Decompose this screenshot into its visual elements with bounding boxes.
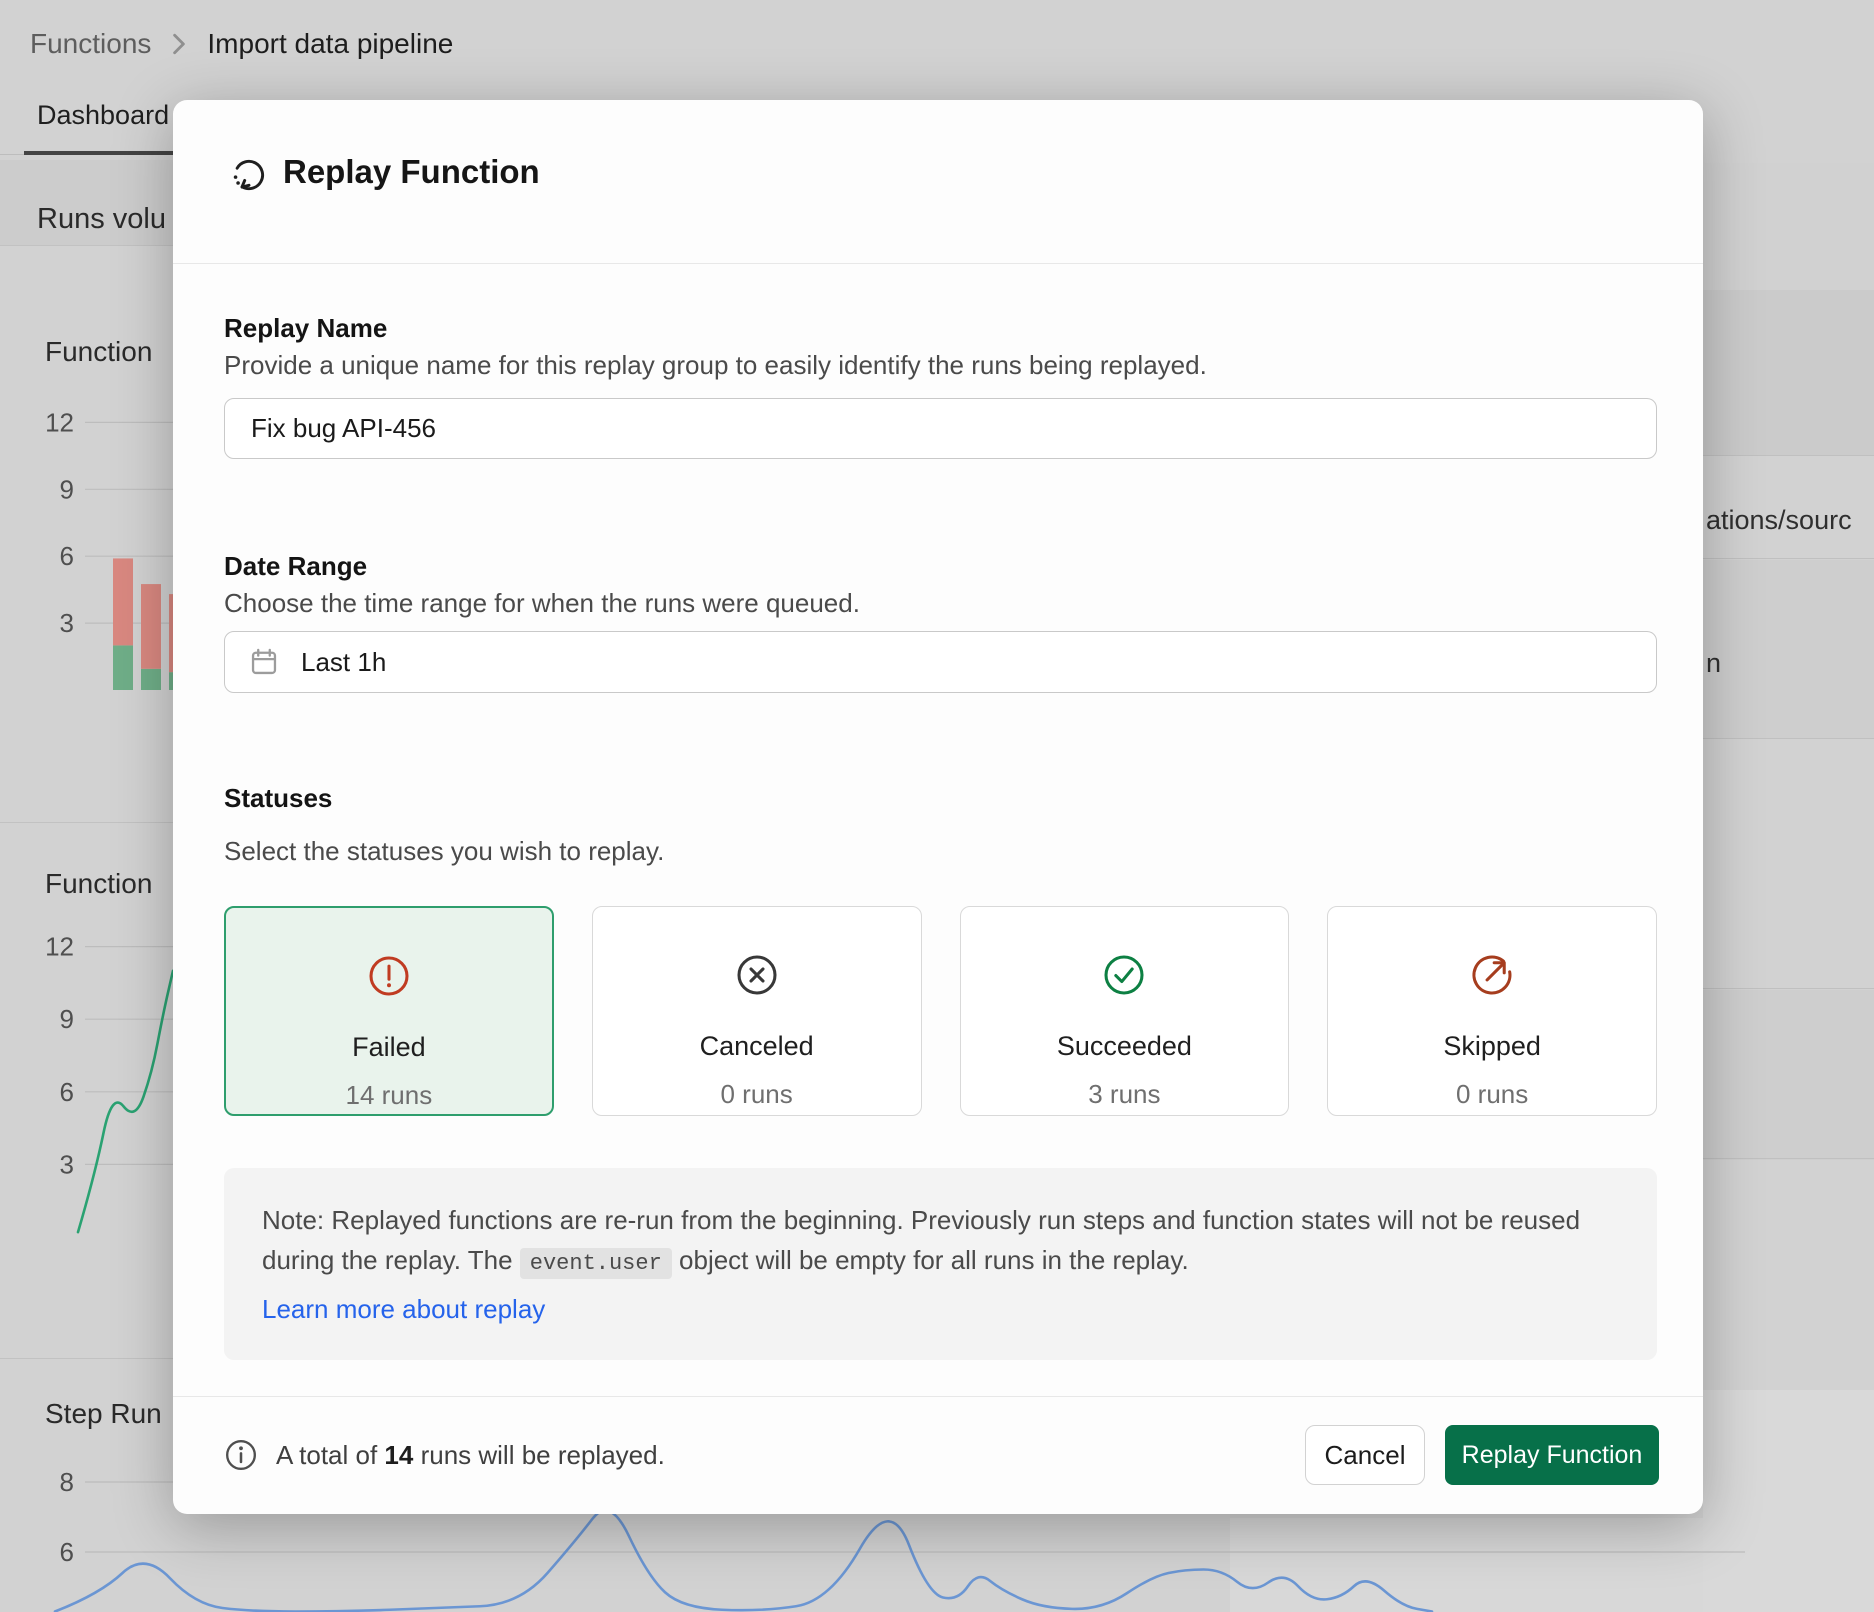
svg-text:12: 12 bbox=[45, 932, 74, 962]
active-tab-underline bbox=[24, 151, 173, 155]
replay-name-input[interactable] bbox=[224, 398, 1657, 459]
replay-name-label: Replay Name bbox=[224, 313, 387, 344]
replay-note: Note: Replayed functions are re-run from… bbox=[224, 1168, 1657, 1360]
succeeded-status-card[interactable]: Succeeded 3 runs bbox=[960, 906, 1290, 1116]
status-card-label: Canceled bbox=[593, 1031, 921, 1062]
breadcrumb: Functions Import data pipeline bbox=[30, 28, 453, 60]
statuses-description: Select the statuses you wish to replay. bbox=[224, 836, 664, 867]
summary-text: A total of 14 runs will be replayed. bbox=[276, 1440, 665, 1471]
info-icon bbox=[224, 1438, 258, 1472]
chart2-title: Function bbox=[45, 868, 152, 900]
status-card-label: Failed bbox=[226, 1032, 552, 1063]
right-table-cell-text: ations/sourc bbox=[1706, 505, 1852, 536]
date-range-value: Last 1h bbox=[301, 647, 386, 678]
replay-name-description: Provide a unique name for this replay gr… bbox=[224, 350, 1207, 381]
note-text-after: object will be empty for all runs in the… bbox=[672, 1245, 1189, 1275]
failed-status-card[interactable]: Failed 14 runs bbox=[224, 906, 554, 1116]
svg-text:6: 6 bbox=[60, 1537, 74, 1567]
canceled-status-card[interactable]: Canceled 0 runs bbox=[592, 906, 922, 1116]
learn-more-link[interactable]: Learn more about replay bbox=[262, 1289, 545, 1329]
date-range-label: Date Range bbox=[224, 551, 367, 582]
right-table-cell-text: n bbox=[1706, 648, 1721, 679]
event-user-code-chip: event.user bbox=[520, 1248, 672, 1279]
replay-function-button[interactable]: Replay Function bbox=[1445, 1425, 1659, 1485]
canceled-x-circle-icon bbox=[593, 951, 921, 999]
summary-count: 14 bbox=[384, 1440, 413, 1470]
replay-summary: A total of 14 runs will be replayed. bbox=[224, 1438, 665, 1472]
chart1-title: Function bbox=[45, 336, 152, 368]
status-card-label: Skipped bbox=[1328, 1031, 1656, 1062]
chart3-title: Step Run bbox=[45, 1398, 162, 1430]
status-card-runs: 3 runs bbox=[961, 1079, 1289, 1110]
chevron-right-icon bbox=[169, 32, 189, 56]
date-range-description: Choose the time range for when the runs … bbox=[224, 588, 860, 619]
statuses-label: Statuses bbox=[224, 783, 332, 814]
status-card-runs: 14 runs bbox=[226, 1080, 552, 1111]
status-card-runs: 0 runs bbox=[593, 1079, 921, 1110]
svg-text:8: 8 bbox=[60, 1467, 74, 1497]
replay-icon bbox=[228, 154, 270, 201]
cancel-button[interactable]: Cancel bbox=[1305, 1425, 1425, 1485]
breadcrumb-functions-link[interactable]: Functions bbox=[30, 28, 151, 60]
svg-text:3: 3 bbox=[60, 608, 74, 638]
breadcrumb-current-page: Import data pipeline bbox=[207, 28, 453, 60]
skipped-arrow-icon bbox=[1328, 951, 1656, 999]
section-divider bbox=[0, 822, 173, 823]
runs-volume-section-title: Runs volu bbox=[37, 203, 166, 236]
svg-text:9: 9 bbox=[60, 474, 74, 504]
tab-dashboard[interactable]: Dashboard bbox=[37, 100, 169, 131]
svg-text:9: 9 bbox=[60, 1004, 74, 1034]
calendar-icon bbox=[249, 647, 279, 677]
modal-header-divider bbox=[173, 263, 1703, 264]
status-card-runs: 0 runs bbox=[1328, 1079, 1656, 1110]
svg-text:6: 6 bbox=[60, 1077, 74, 1107]
section-divider bbox=[0, 1358, 173, 1359]
status-card-label: Succeeded bbox=[961, 1031, 1289, 1062]
replay-function-modal: Replay Function Replay Name Provide a un… bbox=[173, 100, 1703, 1514]
failed-alert-icon bbox=[226, 952, 552, 1000]
date-range-picker[interactable]: Last 1h bbox=[224, 631, 1657, 693]
status-cards-row: Failed 14 runs Canceled 0 runs Succeeded… bbox=[224, 906, 1657, 1116]
skipped-status-card[interactable]: Skipped 0 runs bbox=[1327, 906, 1657, 1116]
modal-title: Replay Function bbox=[283, 153, 540, 191]
svg-text:3: 3 bbox=[60, 1149, 74, 1179]
succeeded-check-circle-icon bbox=[961, 951, 1289, 999]
svg-text:6: 6 bbox=[60, 541, 74, 571]
modal-footer: A total of 14 runs will be replayed. Can… bbox=[224, 1396, 1659, 1514]
svg-text:12: 12 bbox=[45, 407, 74, 437]
